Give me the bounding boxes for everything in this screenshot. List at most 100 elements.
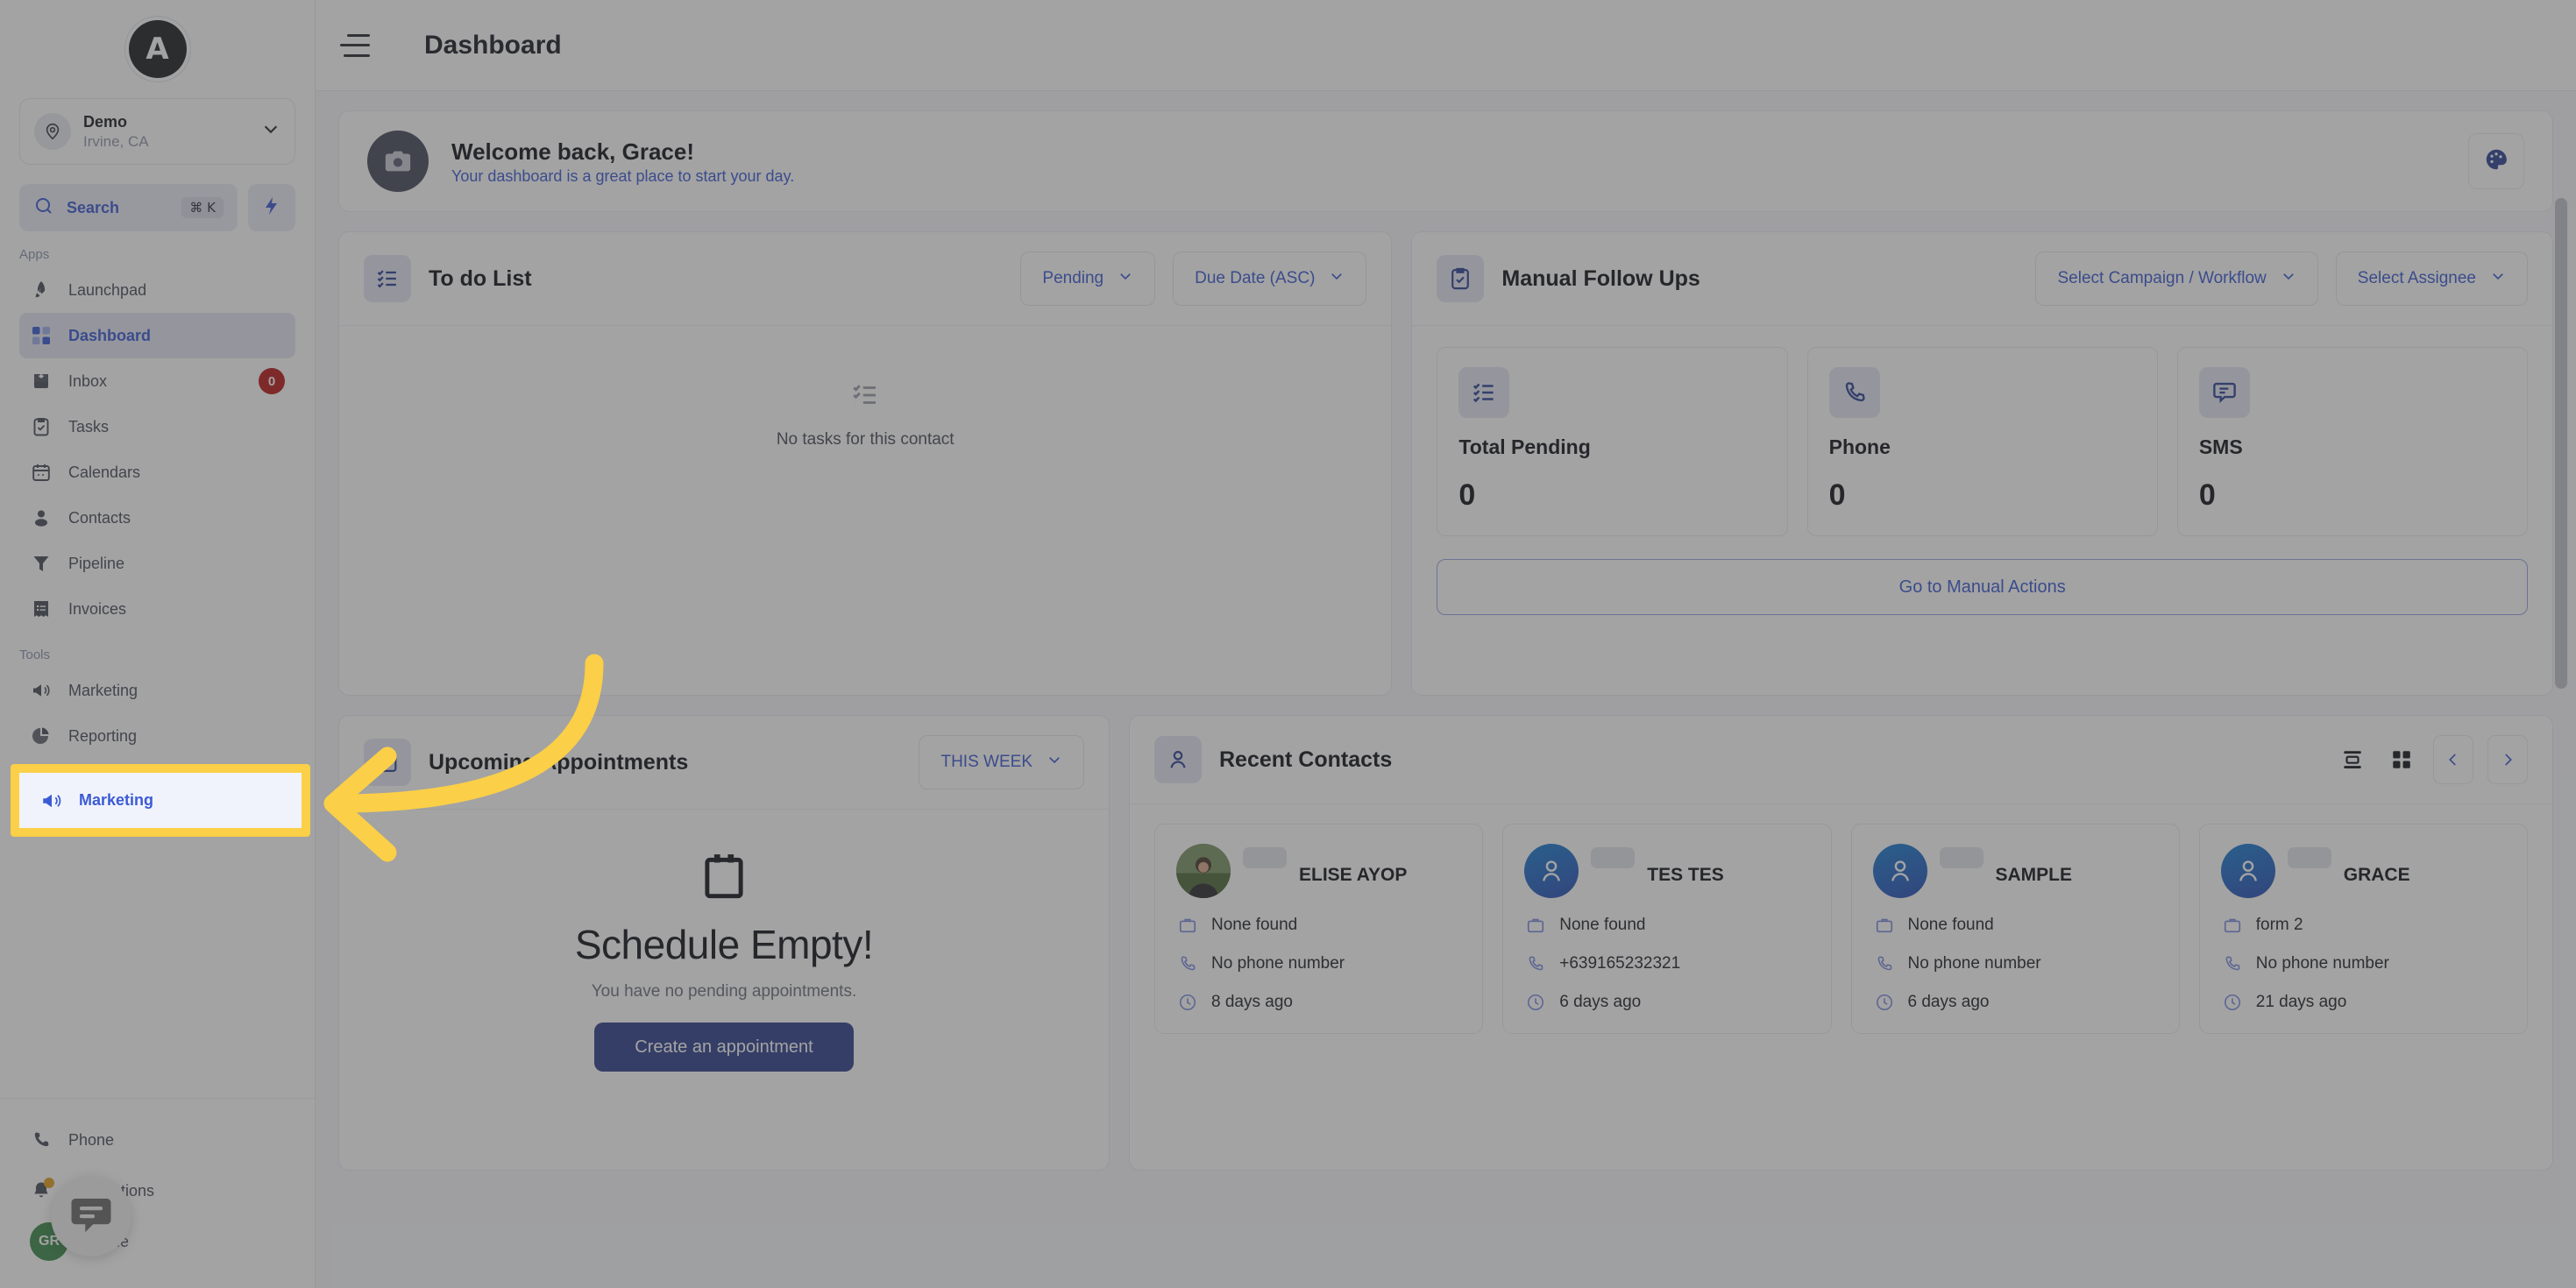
- todo-card: To do List Pending Due Date (ASC) No tas…: [338, 231, 1393, 696]
- contact-card[interactable]: SAMPLE None found No phone number 6 days…: [1850, 824, 2180, 1034]
- inbox-icon: [30, 370, 53, 393]
- todo-status-filter[interactable]: Pending: [1020, 251, 1156, 306]
- clock-icon: [2221, 991, 2244, 1014]
- phone-icon: [1873, 952, 1896, 975]
- sidebar-item-pipeline[interactable]: Pipeline: [19, 541, 295, 586]
- contact-time-line: 8 days ago: [1176, 991, 1461, 1014]
- stat-total-pending: Total Pending 0: [1437, 347, 1788, 536]
- contact-name: ELISE AYOP: [1299, 865, 1408, 885]
- sidebar-item-calendars[interactable]: Calendars: [19, 449, 295, 495]
- go-to-manual-actions-button[interactable]: Go to Manual Actions: [1437, 559, 2528, 615]
- contact-time: 6 days ago: [1559, 993, 1642, 1011]
- avatar: [1872, 844, 1927, 898]
- contact-tag-placeholder: [1243, 847, 1287, 868]
- contact-tag-placeholder: [2287, 847, 2331, 868]
- sidebar-item-inbox[interactable]: Inbox 0: [19, 358, 295, 404]
- phone-icon: [2221, 952, 2244, 975]
- quick-action-button[interactable]: [248, 184, 295, 231]
- sidebar-item-invoices[interactable]: Invoices: [19, 586, 295, 632]
- briefcase-icon: [2221, 914, 2244, 937]
- location-switcher[interactable]: Demo Irvine, CA: [19, 98, 295, 165]
- contact-time-line: 6 days ago: [1873, 991, 2158, 1014]
- appointments-card: Upcoming Appointments THIS WEEK Schedule…: [338, 715, 1110, 1171]
- sidebar-item-settings[interactable]: Settings: [19, 804, 295, 850]
- receipt-icon: [30, 598, 53, 620]
- app-logo[interactable]: A: [128, 20, 187, 78]
- contact-name: TES TES: [1647, 865, 1724, 885]
- sidebar-item-label: Dashboard: [68, 326, 152, 344]
- location-sub: Irvine, CA: [83, 132, 149, 150]
- briefcase-icon: [1873, 914, 1896, 937]
- sidebar-item-tasks[interactable]: Tasks: [19, 404, 295, 449]
- followups-campaign-filter[interactable]: Select Campaign / Workflow: [2035, 251, 2318, 306]
- appointments-range-filter[interactable]: THIS WEEK: [919, 735, 1084, 789]
- camera-icon: [367, 131, 429, 192]
- create-appointment-button[interactable]: Create an appointment: [594, 1023, 854, 1072]
- appointments-empty-title: Schedule Empty!: [574, 922, 874, 967]
- search-icon: [33, 195, 54, 221]
- search-input[interactable]: Search ⌘ K: [19, 184, 238, 231]
- user-icon: [1154, 736, 1202, 783]
- location-text: Demo Irvine, CA: [83, 112, 249, 151]
- sidebar-item-label: Phone: [68, 1130, 115, 1149]
- contact-time-line: 6 days ago: [1524, 991, 1809, 1014]
- stat-value: 0: [1828, 478, 1846, 512]
- sidebar-item-dashboard[interactable]: Dashboard: [19, 313, 295, 358]
- grid-icon: [30, 324, 53, 347]
- appointments-card-header: Upcoming Appointments THIS WEEK: [339, 716, 1109, 810]
- contact-header: SAMPLE: [1872, 844, 2158, 898]
- list-view-icon[interactable]: [2335, 742, 2370, 777]
- phone-icon: [30, 1129, 53, 1151]
- recent-contacts-header: Recent Contacts: [1130, 716, 2552, 804]
- stat-label: SMS: [2198, 435, 2243, 458]
- pie-chart-icon: [30, 725, 53, 747]
- theme-palette-button[interactable]: [2468, 133, 2524, 189]
- calendar-icon: [697, 854, 751, 908]
- contact-time-line: 21 days ago: [2221, 991, 2506, 1014]
- sidebar-item-phone[interactable]: Phone: [19, 1115, 295, 1165]
- contact-source-line: None found: [1176, 914, 1461, 937]
- contact-card[interactable]: ELISE AYOP None found No phone number 8 …: [1154, 824, 1484, 1034]
- contact-card[interactable]: GRACE form 2 No phone number 21 days ago: [2198, 824, 2528, 1034]
- todo-empty-state: No tasks for this contact: [339, 326, 1391, 449]
- followups-campaign-value: Select Campaign / Workflow: [2057, 269, 2267, 287]
- recent-contacts-prev-button[interactable]: [2433, 735, 2473, 784]
- search-row: Search ⌘ K: [0, 165, 315, 231]
- todo-sort-filter[interactable]: Due Date (ASC): [1173, 251, 1367, 306]
- phone-icon: [1828, 367, 1880, 418]
- location-name: Demo: [83, 113, 128, 131]
- contact-phone-line: No phone number: [2221, 952, 2506, 975]
- sidebar-item-label: Launchpad: [68, 280, 147, 299]
- sidebar-item-label: Contacts: [68, 508, 131, 527]
- sidebar-item-marketing[interactable]: Marketing: [19, 668, 295, 713]
- grid-view-icon[interactable]: [2384, 742, 2419, 777]
- sms-icon: [2198, 367, 2250, 418]
- sidebar-item-contacts[interactable]: Contacts: [19, 495, 295, 541]
- user-icon: [30, 506, 53, 529]
- contact-name: SAMPLE: [1995, 865, 2073, 885]
- notification-dot: [44, 1178, 54, 1188]
- appointments-empty-sub: You have no pending appointments.: [591, 982, 857, 1001]
- megaphone-icon: [30, 679, 53, 702]
- chevron-down-icon: [1118, 268, 1133, 289]
- calendar-icon: [30, 461, 53, 484]
- sidebar-item-youtube[interactable]: Youtube: [19, 759, 295, 804]
- avatar: [2220, 844, 2275, 898]
- followups-assignee-filter[interactable]: Select Assignee: [2335, 251, 2528, 306]
- dashboard-row-1: To do List Pending Due Date (ASC) No tas…: [338, 231, 2553, 696]
- contact-source: form 2: [2255, 916, 2303, 934]
- chevron-down-icon: [261, 119, 280, 144]
- vertical-scrollbar[interactable]: [2555, 198, 2567, 689]
- sidebar-item-launchpad[interactable]: Launchpad: [19, 267, 295, 313]
- chevron-down-icon: [2281, 268, 2296, 289]
- sidebar-footer: Phone Notifications GR Profile: [0, 1098, 315, 1288]
- funnel-icon: [30, 552, 53, 575]
- sidebar-item-label: Reporting: [68, 726, 138, 745]
- contact-card[interactable]: TES TES None found +639165232321 6 days …: [1502, 824, 1832, 1034]
- sidebar-item-reporting[interactable]: Reporting: [19, 713, 295, 759]
- sidebar-section-apps: Apps: [19, 247, 50, 262]
- recent-contacts-list: ELISE AYOP None found No phone number 8 …: [1130, 804, 2552, 1034]
- hamburger-menu-icon[interactable]: [340, 33, 370, 57]
- recent-contacts-next-button[interactable]: [2487, 735, 2528, 784]
- chat-widget-button[interactable]: [51, 1176, 131, 1256]
